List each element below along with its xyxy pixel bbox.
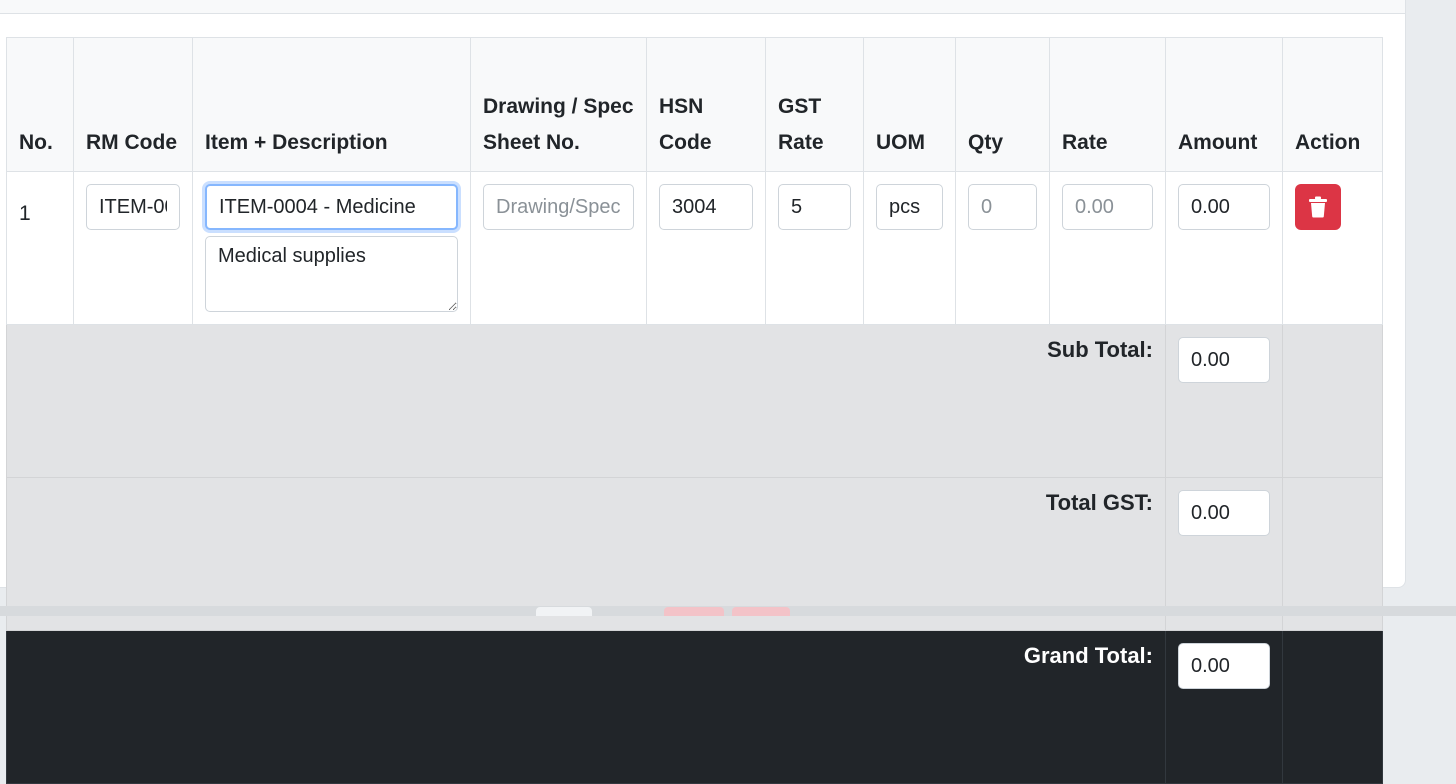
col-header-gst-rate: GST Rate bbox=[765, 37, 864, 172]
cell-gst-rate bbox=[765, 171, 864, 325]
description-textarea[interactable]: Medical supplies bbox=[205, 236, 458, 312]
table-row: 1 Medical supplies bbox=[6, 171, 1383, 325]
delete-row-button[interactable] bbox=[1295, 184, 1341, 230]
bottom-chip bbox=[664, 607, 724, 616]
cell-uom bbox=[863, 171, 956, 325]
cell-action bbox=[1282, 171, 1383, 325]
col-header-no: No. bbox=[6, 37, 74, 172]
cell-qty bbox=[955, 171, 1050, 325]
cell-grand-total-empty bbox=[1282, 630, 1383, 784]
cell-rm-code bbox=[73, 171, 193, 325]
cell-drawing bbox=[470, 171, 647, 325]
cell-grand-total bbox=[1165, 630, 1283, 784]
grand-total-field[interactable] bbox=[1178, 643, 1270, 689]
cell-no: 1 bbox=[6, 171, 74, 325]
item-input[interactable] bbox=[205, 184, 458, 230]
col-header-drawing: Drawing / Spec Sheet No. bbox=[470, 37, 647, 172]
col-header-action: Action bbox=[1282, 37, 1383, 172]
grand-total-row: Grand Total: bbox=[6, 630, 1383, 784]
hsn-code-input[interactable] bbox=[659, 184, 753, 230]
drawing-spec-input[interactable] bbox=[483, 184, 634, 230]
col-header-qty: Qty bbox=[955, 37, 1050, 172]
cell-subtotal bbox=[1165, 324, 1283, 478]
table-header-row: No. RM Code Item + Description Drawing /… bbox=[6, 37, 1383, 172]
amount-input[interactable] bbox=[1178, 184, 1270, 230]
cell-amount bbox=[1165, 171, 1283, 325]
gst-rate-input[interactable] bbox=[778, 184, 851, 230]
bottom-strip bbox=[0, 606, 1456, 616]
cell-subtotal-empty bbox=[1282, 324, 1383, 478]
grand-total-label: Grand Total: bbox=[6, 630, 1166, 784]
col-header-rate: Rate bbox=[1049, 37, 1166, 172]
uom-input[interactable] bbox=[876, 184, 943, 230]
cell-item: Medical supplies bbox=[192, 171, 471, 325]
items-table: No. RM Code Item + Description Drawing /… bbox=[6, 37, 1383, 784]
subtotal-label: Sub Total: bbox=[6, 324, 1166, 478]
rate-input[interactable] bbox=[1062, 184, 1153, 230]
col-header-hsn: HSN Code bbox=[646, 37, 766, 172]
total-gst-field[interactable] bbox=[1178, 490, 1270, 536]
bottom-chip bbox=[536, 607, 592, 616]
trash-icon bbox=[1309, 196, 1327, 218]
qty-input[interactable] bbox=[968, 184, 1037, 230]
col-header-uom: UOM bbox=[863, 37, 956, 172]
col-header-amount: Amount bbox=[1165, 37, 1283, 172]
subtotal-field[interactable] bbox=[1178, 337, 1270, 383]
rm-code-input[interactable] bbox=[86, 184, 180, 230]
row-number: 1 bbox=[19, 202, 31, 225]
cell-rate bbox=[1049, 171, 1166, 325]
col-header-item: Item + Description bbox=[192, 37, 471, 172]
cell-hsn bbox=[646, 171, 766, 325]
subtotal-row: Sub Total: bbox=[6, 324, 1383, 478]
card-header bbox=[0, 0, 1405, 14]
bottom-chip bbox=[732, 607, 790, 616]
col-header-rm-code: RM Code bbox=[73, 37, 193, 172]
